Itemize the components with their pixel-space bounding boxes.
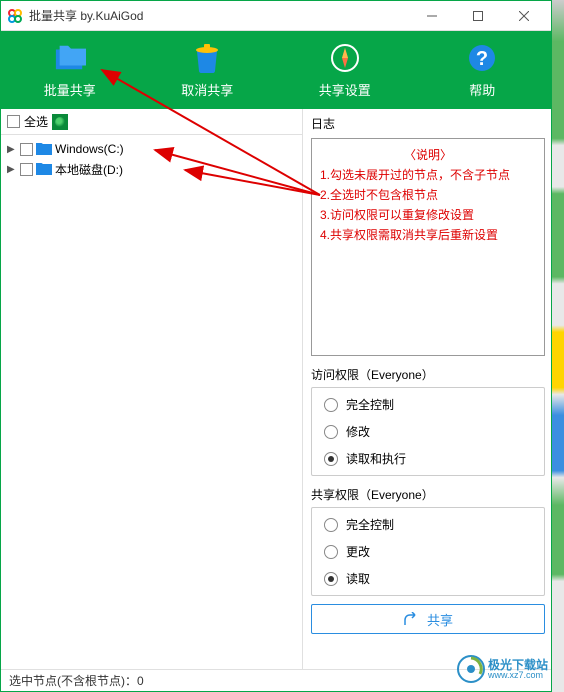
radio-icon <box>324 398 338 412</box>
tree-item-label: 本地磁盘(D:) <box>55 161 123 178</box>
folder-share-icon <box>54 42 86 74</box>
titlebar: 批量共享 by.KuAiGod <box>1 1 551 31</box>
tree-checkbox[interactable] <box>20 163 33 176</box>
toolbar: 批量共享 取消共享 共享设置 ? 帮助 <box>1 31 551 109</box>
radio-option[interactable]: 读取和执行 <box>324 450 532 467</box>
radio-icon <box>324 518 338 532</box>
left-panel: 全选 ▶ Windows(C:) ▶ 本地磁盘(D:) <box>1 109 303 669</box>
log-line: 2.全选时不包含根节点 <box>320 185 536 205</box>
log-line: 1.勾选未展开过的节点，不含子节点 <box>320 165 536 185</box>
access-perm-label: 访问权限（Everyone） <box>311 366 545 383</box>
batch-share-button[interactable]: 批量共享 <box>1 31 139 109</box>
radio-option[interactable]: 完全控制 <box>324 396 532 413</box>
close-button[interactable] <box>501 2 547 30</box>
log-textarea[interactable]: 〈说明〉 1.勾选未展开过的节点，不含子节点 2.全选时不包含根节点 3.访问权… <box>311 138 545 356</box>
cancel-share-button[interactable]: 取消共享 <box>139 31 277 109</box>
toolbar-label: 批量共享 <box>44 80 96 99</box>
share-button-label: 共享 <box>427 610 453 629</box>
toolbar-label: 帮助 <box>469 80 495 99</box>
expand-icon[interactable]: ▶ <box>7 144 17 155</box>
select-all-checkbox[interactable] <box>7 115 20 128</box>
window-title: 批量共享 by.KuAiGod <box>29 7 409 24</box>
share-button[interactable]: 共享 <box>311 604 545 634</box>
share-arrow-icon <box>403 612 419 626</box>
toolbar-label: 取消共享 <box>181 80 233 99</box>
tree-item[interactable]: ▶ Windows(C:) <box>3 139 300 159</box>
radio-icon <box>324 545 338 559</box>
log-line: 3.访问权限可以重复修改设置 <box>320 205 536 225</box>
log-label: 日志 <box>311 113 545 134</box>
status-prefix: 选中节点(不含根节点)： <box>9 672 137 689</box>
log-line: 4.共享权限需取消共享后重新设置 <box>320 225 536 245</box>
radio-icon <box>324 425 338 439</box>
expand-icon[interactable]: ▶ <box>7 164 17 175</box>
compass-icon <box>329 42 361 74</box>
toolbar-label: 共享设置 <box>319 80 371 99</box>
globe-icon[interactable] <box>52 114 68 130</box>
radio-option[interactable]: 完全控制 <box>324 516 532 533</box>
radio-icon <box>324 452 338 466</box>
share-perm-group: 完全控制 更改 读取 <box>311 507 545 596</box>
radio-label: 读取 <box>346 570 370 587</box>
tree-checkbox[interactable] <box>20 143 33 156</box>
share-settings-button[interactable]: 共享设置 <box>276 31 414 109</box>
access-perm-group: 完全控制 修改 读取和执行 <box>311 387 545 476</box>
watermark: 极光下载站 www.xz7.com <box>456 654 548 684</box>
folder-icon <box>36 143 52 155</box>
watermark-text-cn: 极光下载站 <box>488 659 548 671</box>
share-perm-label: 共享权限（Everyone） <box>311 486 545 503</box>
app-logo-icon <box>7 8 23 24</box>
tree-header: 全选 <box>1 109 302 135</box>
trash-icon <box>191 42 223 74</box>
maximize-button[interactable] <box>455 2 501 30</box>
log-title: 〈说明〉 <box>320 145 536 165</box>
minimize-button[interactable] <box>409 2 455 30</box>
status-count: 0 <box>137 674 144 688</box>
radio-option[interactable]: 更改 <box>324 543 532 560</box>
help-button[interactable]: ? 帮助 <box>414 31 552 109</box>
tree-item[interactable]: ▶ 本地磁盘(D:) <box>3 159 300 179</box>
help-icon: ? <box>466 42 498 74</box>
app-window: 批量共享 by.KuAiGod 批量共享 取消共享 共享设置 ? <box>0 0 552 692</box>
drive-tree: ▶ Windows(C:) ▶ 本地磁盘(D:) <box>1 135 302 669</box>
radio-label: 完全控制 <box>346 396 394 413</box>
radio-icon <box>324 572 338 586</box>
radio-label: 更改 <box>346 543 370 560</box>
select-all-label: 全选 <box>24 113 48 130</box>
tree-item-label: Windows(C:) <box>55 142 124 156</box>
radio-option[interactable]: 修改 <box>324 423 532 440</box>
radio-label: 读取和执行 <box>346 450 406 467</box>
right-panel: 日志 〈说明〉 1.勾选未展开过的节点，不含子节点 2.全选时不包含根节点 3.… <box>303 109 551 669</box>
watermark-icon <box>456 654 486 684</box>
watermark-text-en: www.xz7.com <box>488 671 548 680</box>
radio-label: 完全控制 <box>346 516 394 533</box>
svg-text:?: ? <box>476 48 488 70</box>
radio-label: 修改 <box>346 423 370 440</box>
radio-option[interactable]: 读取 <box>324 570 532 587</box>
folder-icon <box>36 163 52 175</box>
